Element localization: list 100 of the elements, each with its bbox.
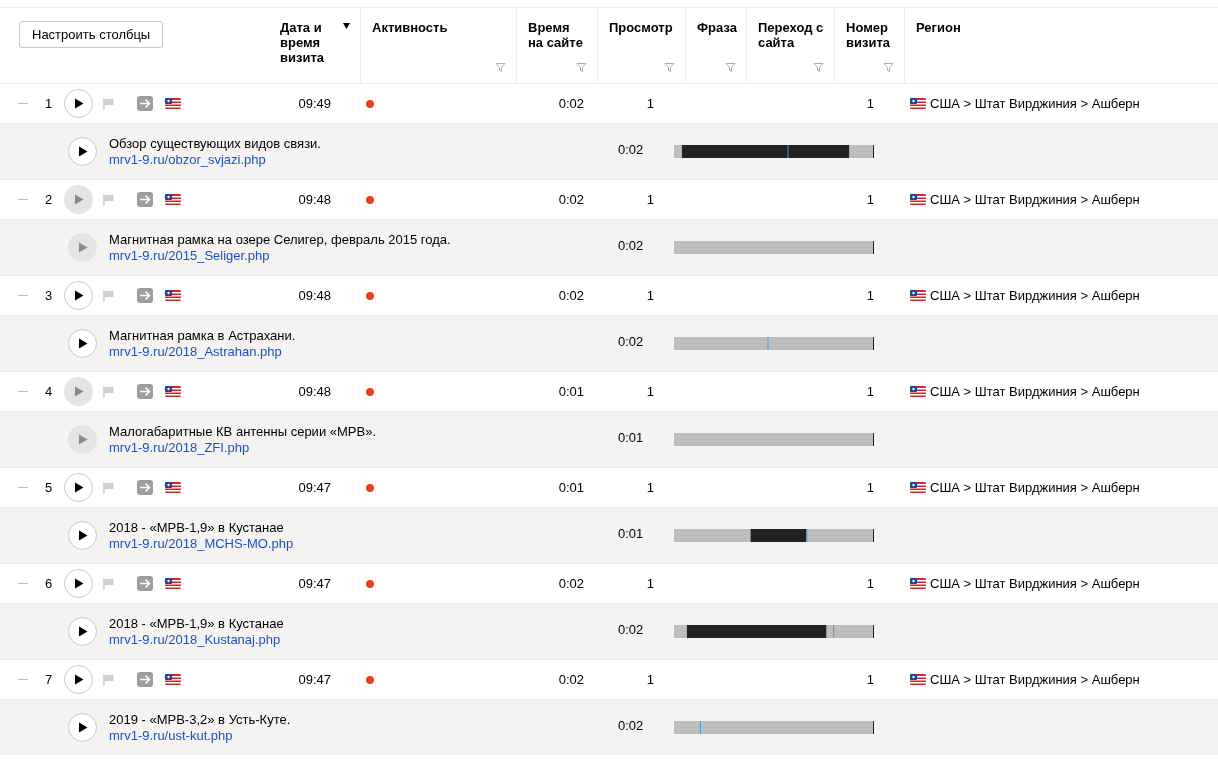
play-icon — [73, 290, 84, 301]
arrow-icon — [137, 576, 153, 591]
column-header[interactable]: Переход с сайта — [758, 20, 824, 50]
row-number: 6 — [45, 574, 54, 593]
play-button[interactable] — [68, 713, 97, 742]
page-url-link[interactable]: mrv1-9.ru/2018_Astrahan.php — [109, 343, 296, 360]
flag-icon — [910, 194, 926, 205]
visit-number: 1 — [865, 670, 875, 689]
arrow-icon — [137, 384, 153, 399]
filter-icon[interactable] — [664, 62, 675, 73]
page-title: 2018 - «МРВ-1,9» в Кустанае — [109, 615, 284, 632]
time-on-site: 0:02 — [557, 190, 585, 209]
flag-icon — [165, 290, 181, 301]
play-button[interactable] — [64, 89, 93, 118]
time-on-site: 0:02 — [557, 574, 585, 593]
flag-icon — [910, 674, 926, 685]
play-icon — [77, 146, 88, 157]
column-header[interactable]: Номер визита — [846, 20, 894, 50]
configure-columns-button[interactable]: Настроить столбцы — [19, 21, 164, 48]
region: США > Штат Вирджиния > Ашберн — [930, 670, 1140, 689]
flag-icon — [165, 98, 181, 109]
play-icon — [73, 386, 84, 397]
play-icon — [73, 674, 84, 685]
flag-icon — [165, 578, 181, 589]
visit-number: 1 — [865, 190, 875, 209]
page-time: 0:02 — [617, 236, 645, 255]
play-button[interactable] — [68, 329, 97, 358]
column-header[interactable]: Время на сайте — [528, 20, 587, 50]
page-time: 0:02 — [617, 716, 645, 735]
page-url-link[interactable]: mrv1-9.ru/2018_Kustanaj.php — [109, 631, 284, 648]
flag-pennant-icon[interactable] — [103, 385, 115, 398]
flag-icon — [910, 482, 926, 493]
flag-pennant-icon[interactable] — [103, 289, 115, 302]
play-button[interactable] — [68, 617, 97, 646]
flag-pennant-icon[interactable] — [103, 97, 115, 110]
filter-icon[interactable] — [725, 62, 736, 73]
page-url-link[interactable]: mrv1-9.ru/2018_MCHS-MO.php — [109, 535, 294, 552]
page-time: 0:01 — [617, 524, 645, 543]
arrow-icon — [137, 288, 153, 303]
visit-time: 09:47 — [297, 574, 332, 593]
time-on-site: 0:02 — [557, 286, 585, 305]
page-title: Магнитная рамка в Астрахани. — [109, 327, 296, 344]
page-url-link[interactable]: mrv1-9.ru/2015_Seliger.php — [109, 247, 451, 264]
visit-time: 09:47 — [297, 478, 332, 497]
visit-number: 1 — [865, 382, 875, 401]
visit-number: 1 — [865, 286, 875, 305]
row-number: 4 — [45, 382, 54, 401]
row-number: 2 — [45, 190, 54, 209]
arrow-icon — [137, 96, 153, 111]
filter-icon[interactable] — [495, 62, 506, 73]
page-views: 1 — [645, 382, 655, 401]
play-icon — [73, 194, 84, 205]
visit-number: 1 — [865, 94, 875, 113]
column-header[interactable]: Активность — [372, 20, 448, 35]
time-on-site: 0:02 — [557, 94, 585, 113]
page-time: 0:02 — [617, 140, 645, 159]
flag-icon — [910, 290, 926, 301]
page-title: Малогабаритные КВ антенны серии «МРВ». — [109, 423, 376, 440]
play-icon — [73, 482, 84, 493]
column-header[interactable]: Дата и время визита — [280, 20, 339, 65]
flag-pennant-icon[interactable] — [103, 193, 115, 206]
time-on-site: 0:01 — [557, 478, 585, 497]
column-header[interactable]: Фраза — [697, 20, 737, 35]
page-views: 1 — [645, 670, 655, 689]
page-url-link[interactable]: mrv1-9.ru/ust-kut.php — [109, 727, 291, 744]
row-number: 7 — [45, 670, 54, 689]
visit-time: 09:47 — [297, 670, 332, 689]
region: США > Штат Вирджиния > Ашберн — [930, 286, 1140, 305]
filter-icon[interactable] — [576, 62, 587, 73]
play-icon — [73, 578, 84, 589]
filter-icon[interactable] — [883, 62, 894, 73]
visit-number: 1 — [865, 478, 875, 497]
filter-icon[interactable] — [813, 62, 824, 73]
arrow-icon — [137, 672, 153, 687]
play-button[interactable] — [64, 281, 93, 310]
play-icon — [73, 98, 84, 109]
play-button[interactable] — [64, 665, 93, 694]
flag-pennant-icon[interactable] — [103, 577, 115, 590]
play-icon — [77, 626, 88, 637]
visit-time: 09:49 — [297, 94, 332, 113]
sort-arrow-icon[interactable] — [343, 23, 350, 29]
region: США > Штат Вирджиния > Ашберн — [930, 94, 1140, 113]
page-views: 1 — [645, 478, 655, 497]
play-button[interactable] — [64, 473, 93, 502]
time-on-site: 0:02 — [557, 670, 585, 689]
visit-time: 09:48 — [297, 382, 332, 401]
flag-pennant-icon[interactable] — [103, 673, 115, 686]
page-time: 0:01 — [617, 428, 645, 447]
play-button[interactable] — [64, 569, 93, 598]
page-views: 1 — [645, 574, 655, 593]
column-header[interactable]: Регион — [916, 20, 961, 35]
play-icon — [77, 722, 88, 733]
time-on-site: 0:01 — [557, 382, 585, 401]
flag-pennant-icon[interactable] — [103, 481, 115, 494]
page-url-link[interactable]: mrv1-9.ru/2018_ZFI.php — [109, 439, 376, 456]
play-button[interactable] — [68, 521, 97, 550]
page-url-link[interactable]: mrv1-9.ru/obzor_svjazi.php — [109, 151, 321, 168]
play-button[interactable] — [68, 137, 97, 166]
row-number: 3 — [45, 286, 54, 305]
column-header[interactable]: Просмотр — [609, 20, 673, 35]
